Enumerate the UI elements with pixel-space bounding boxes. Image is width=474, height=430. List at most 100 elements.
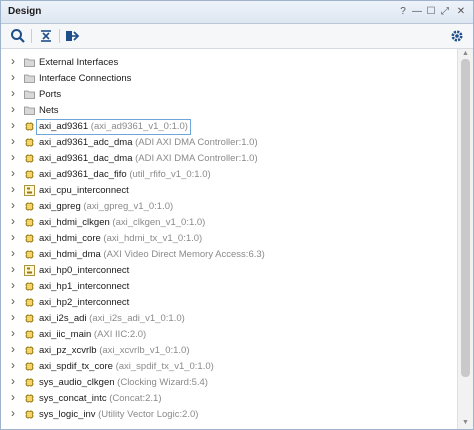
tree-item-label[interactable]: axi_ad9361_adc_dma (ADI AXI DMA Controll…: [39, 137, 258, 149]
minimize-icon[interactable]: —: [411, 5, 423, 18]
tree-item-ip-type: (Utility Vector Logic:2.0): [95, 409, 199, 420]
tree-item-name: axi_ad9361_dac_dma: [39, 153, 133, 164]
chevron-right-icon[interactable]: ›: [11, 375, 19, 387]
chevron-right-icon[interactable]: ›: [11, 263, 19, 275]
tree-item-label[interactable]: axi_cpu_interconnect: [39, 185, 129, 197]
chevron-right-icon[interactable]: ›: [11, 407, 19, 419]
scrollbar-thumb[interactable]: [461, 59, 470, 377]
tree-item-ip-type: (ADI AXI DMA Controller:1.0): [132, 137, 258, 148]
tree-item-label[interactable]: axi_hp2_interconnect: [39, 297, 129, 309]
tree-item-label[interactable]: Nets: [39, 105, 59, 117]
tree-item-label[interactable]: sys_logic_inv (Utility Vector Logic:2.0): [39, 409, 198, 421]
chevron-right-icon[interactable]: ›: [11, 135, 19, 147]
scroll-down-icon[interactable]: ▼: [461, 419, 470, 427]
chevron-right-icon[interactable]: ›: [11, 215, 19, 227]
tree-item-label[interactable]: axi_pz_xcvrlb (axi_xcvrlb_v1_0:1.0): [39, 345, 190, 357]
tree-row[interactable]: › axi_ad9361 (axi_ad9361_v1_0:1.0): [1, 119, 456, 135]
tree-row[interactable]: › sys_audio_clkgen (Clocking Wizard:5.4): [1, 375, 456, 391]
chevron-right-icon[interactable]: ›: [11, 247, 19, 259]
tree-item-ip-type: (ADI AXI DMA Controller:1.0): [132, 153, 258, 164]
tree-item-ip-type: (util_rfifo_v1_0:1.0): [126, 169, 211, 180]
tree-row[interactable]: › Nets: [1, 103, 456, 119]
tree-row[interactable]: › axi_hp2_interconnect: [1, 295, 456, 311]
settings-icon[interactable]: [448, 27, 466, 45]
panel-titlebar: Design ? — ☐ ⤢ ✕: [1, 1, 473, 24]
tree-item-label[interactable]: sys_audio_clkgen (Clocking Wizard:5.4): [39, 377, 208, 389]
chevron-right-icon[interactable]: ›: [11, 55, 19, 67]
vertical-scrollbar[interactable]: ▲ ▼: [457, 49, 473, 429]
tree-item-name: axi_ad9361_dac_fifo: [39, 169, 127, 180]
tree-row[interactable]: › axi_ad9361_dac_dma (ADI AXI DMA Control…: [1, 151, 456, 167]
tree-item-label[interactable]: sys_concat_intc (Concat:2.1): [39, 393, 162, 405]
tree-row[interactable]: › axi_gpreg (axi_gpreg_v1_0:1.0): [1, 199, 456, 215]
tree-row[interactable]: › sys_logic_inv (Utility Vector Logic:2.0…: [1, 407, 456, 423]
expand-all-icon[interactable]: [63, 27, 81, 45]
tree-item-label[interactable]: axi_ad9361 (axi_ad9361_v1_0:1.0): [36, 119, 191, 135]
chevron-right-icon[interactable]: ›: [11, 87, 19, 99]
help-icon[interactable]: ?: [397, 5, 409, 18]
tree-row[interactable]: › axi_i2s_adi (axi_i2s_adi_v1_0:1.0): [1, 311, 456, 327]
folder-icon: [24, 105, 35, 116]
tree-row[interactable]: › axi_iic_main (AXI IIC:2.0): [1, 327, 456, 343]
tree-row[interactable]: › axi_ad9361_dac_fifo (util_rfifo_v1_0:1.…: [1, 167, 456, 183]
tree-row[interactable]: › axi_hdmi_clkgen (axi_clkgen_v1_0:1.0): [1, 215, 456, 231]
toolbar: [1, 24, 473, 49]
tree-item-label[interactable]: axi_ad9361_dac_dma (ADI AXI DMA Controll…: [39, 153, 258, 165]
tree-item-label[interactable]: axi_hdmi_dma (AXI Video Direct Memory Ac…: [39, 249, 265, 261]
chevron-right-icon[interactable]: ›: [11, 327, 19, 339]
tree-row[interactable]: › sys_concat_intc (Concat:2.1): [1, 391, 456, 407]
tree-row[interactable]: › axi_ad9361_adc_dma (ADI AXI DMA Control…: [1, 135, 456, 151]
tree-row[interactable]: › axi_hp0_interconnect: [1, 263, 456, 279]
collapse-all-icon[interactable]: [37, 27, 55, 45]
chevron-right-icon[interactable]: ›: [11, 311, 19, 323]
tree-row[interactable]: › Interface Connections: [1, 71, 456, 87]
tree-item-label[interactable]: axi_hdmi_clkgen (axi_clkgen_v1_0:1.0): [39, 217, 205, 229]
tree-item-name: sys_concat_intc: [39, 393, 107, 404]
chevron-right-icon[interactable]: ›: [11, 391, 19, 403]
close-icon[interactable]: ✕: [455, 5, 467, 18]
tree-item-label[interactable]: Ports: [39, 89, 61, 101]
tree-row[interactable]: › axi_cpu_interconnect: [1, 183, 456, 199]
tree-row[interactable]: › axi_spdif_tx_core (axi_spdif_tx_v1_0:1.…: [1, 359, 456, 375]
scroll-up-icon[interactable]: ▲: [461, 50, 470, 58]
chevron-right-icon[interactable]: ›: [11, 183, 19, 195]
chevron-right-icon[interactable]: ›: [11, 103, 19, 115]
tree-item-ip-type: (Concat:2.1): [106, 393, 162, 404]
chevron-right-icon[interactable]: ›: [11, 343, 19, 355]
tree-item-name: axi_hdmi_core: [39, 233, 101, 244]
tree-item-label[interactable]: axi_hdmi_core (axi_hdmi_tx_v1_0:1.0): [39, 233, 202, 245]
tree-row[interactable]: › axi_hp1_interconnect: [1, 279, 456, 295]
tree-item-label[interactable]: axi_spdif_tx_core (axi_spdif_tx_v1_0:1.0…: [39, 361, 214, 373]
tree-row[interactable]: › Ports: [1, 87, 456, 103]
tree-row[interactable]: › External Interfaces: [1, 55, 456, 71]
tree-item-ip-type: (axi_i2s_adi_v1_0:1.0): [86, 313, 185, 324]
tree-item-label[interactable]: axi_i2s_adi (axi_i2s_adi_v1_0:1.0): [39, 313, 185, 325]
tree-item-name: Ports: [39, 89, 62, 100]
chevron-right-icon[interactable]: ›: [11, 199, 19, 211]
tree-item-name: axi_ad9361: [39, 121, 89, 132]
tree-item-label[interactable]: External Interfaces: [39, 57, 118, 69]
chevron-right-icon[interactable]: ›: [11, 119, 19, 131]
tree-item-label[interactable]: axi_hp0_interconnect: [39, 265, 129, 277]
tree-item-label[interactable]: axi_gpreg (axi_gpreg_v1_0:1.0): [39, 201, 173, 213]
tree-item-label[interactable]: Interface Connections: [39, 73, 131, 85]
chevron-right-icon[interactable]: ›: [11, 279, 19, 291]
tree-item-name: axi_hdmi_dma: [39, 249, 101, 260]
chevron-right-icon[interactable]: ›: [11, 151, 19, 163]
ip-block-icon: [24, 329, 35, 340]
maximize-icon[interactable]: ⤢: [439, 5, 451, 18]
chevron-right-icon[interactable]: ›: [11, 359, 19, 371]
tree-item-label[interactable]: axi_hp1_interconnect: [39, 281, 129, 293]
tree-item-label[interactable]: axi_iic_main (AXI IIC:2.0): [39, 329, 146, 341]
chevron-right-icon[interactable]: ›: [11, 167, 19, 179]
restore-icon[interactable]: ☐: [425, 5, 437, 18]
tree-row[interactable]: › axi_hdmi_core (axi_hdmi_tx_v1_0:1.0): [1, 231, 456, 247]
chevron-right-icon[interactable]: ›: [11, 295, 19, 307]
chevron-right-icon[interactable]: ›: [11, 71, 19, 83]
folder-icon: [24, 73, 35, 84]
tree-item-label[interactable]: axi_ad9361_dac_fifo (util_rfifo_v1_0:1.0…: [39, 169, 211, 181]
tree-row[interactable]: › axi_pz_xcvrlb (axi_xcvrlb_v1_0:1.0): [1, 343, 456, 359]
chevron-right-icon[interactable]: ›: [11, 231, 19, 243]
search-icon[interactable]: [9, 27, 27, 45]
tree-row[interactable]: › axi_hdmi_dma (AXI Video Direct Memory A…: [1, 247, 456, 263]
